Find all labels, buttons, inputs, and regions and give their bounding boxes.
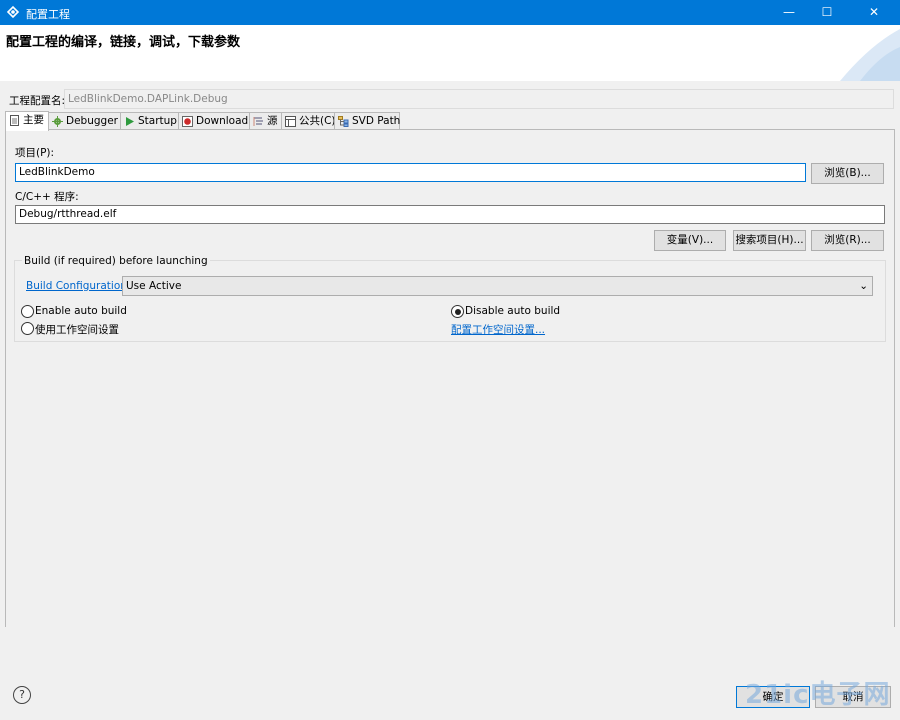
common-icon (285, 116, 296, 127)
program-input[interactable]: Debug/rtthread.elf (15, 205, 885, 224)
bug-gear-icon (52, 116, 63, 127)
help-icon[interactable]: ? (13, 686, 31, 704)
tab-common[interactable]: 公共(C) (281, 112, 336, 130)
download-icon (182, 116, 193, 127)
project-label: 项目(P): (15, 147, 55, 159)
tab-label: 源 (267, 115, 278, 127)
tab-main[interactable]: 主要 (5, 111, 49, 131)
window-title: 配置工程 (26, 8, 70, 21)
app-icon (6, 5, 20, 19)
enable-auto-build-label: Enable auto build (35, 305, 127, 317)
svd-tree-icon (338, 116, 349, 127)
build-group-title: Build (if required) before launching (22, 255, 210, 267)
disable-auto-build-label: Disable auto build (465, 305, 561, 317)
tab-label: Debugger (66, 115, 118, 127)
tab-label: Startup (138, 115, 177, 127)
workspace-setting-label: 使用工作空间设置 (35, 324, 119, 336)
close-button[interactable]: ✕ (848, 0, 900, 25)
tab-label: 公共(C) (299, 115, 336, 127)
config-name-field[interactable]: LedBlinkDemo.DAPLink.Debug (64, 89, 894, 109)
project-input[interactable]: LedBlinkDemo (15, 163, 806, 182)
disable-auto-build-radio[interactable] (451, 305, 464, 318)
tab-label: 主要 (23, 114, 44, 126)
tab-panel-main (5, 129, 895, 628)
tab-source[interactable]: 源 (249, 112, 282, 130)
tab-download[interactable]: Download (178, 112, 250, 130)
browse-program-button[interactable]: 浏览(R)... (811, 230, 884, 251)
window-titlebar: 配置工程 — ☐ ✕ (0, 0, 900, 25)
build-configuration-link[interactable]: Build Configuration: (26, 280, 130, 292)
browse-project-button[interactable]: 浏览(B)... (811, 163, 884, 184)
variables-button[interactable]: 变量(V)... (654, 230, 726, 251)
tab-label: Download (196, 115, 249, 127)
chevron-down-icon: ⌄ (859, 280, 868, 292)
build-group (14, 260, 886, 342)
play-icon (126, 117, 134, 126)
tab-debugger[interactable]: Debugger (48, 112, 121, 130)
build-configuration-select[interactable]: Use Active ⌄ (122, 276, 873, 296)
watermark-logo: 21ic电子网 (745, 680, 891, 710)
tab-startup[interactable]: Startup (120, 112, 179, 130)
header-title: 配置工程的编译，链接，调试，下载参数 (6, 35, 241, 50)
build-configuration-value: Use Active (126, 280, 182, 292)
maximize-button[interactable]: ☐ (810, 0, 844, 25)
tab-svd-path[interactable]: SVD Path (334, 112, 400, 130)
program-label: C/C++ 程序: (15, 191, 79, 203)
config-name-label: 工程配置名: (9, 95, 66, 107)
document-icon (10, 115, 19, 126)
enable-auto-build-radio[interactable] (21, 305, 34, 318)
dialog-header: 配置工程的编译，链接，调试，下载参数 (0, 25, 900, 81)
tab-label: SVD Path (352, 115, 401, 127)
header-decoration (840, 29, 900, 81)
configure-workspace-link[interactable]: 配置工作空间设置... (451, 322, 545, 337)
workspace-setting-radio[interactable] (21, 322, 34, 335)
source-icon (253, 117, 263, 126)
minimize-button[interactable]: — (772, 0, 806, 25)
search-project-button[interactable]: 搜索项目(H)... (733, 230, 806, 251)
